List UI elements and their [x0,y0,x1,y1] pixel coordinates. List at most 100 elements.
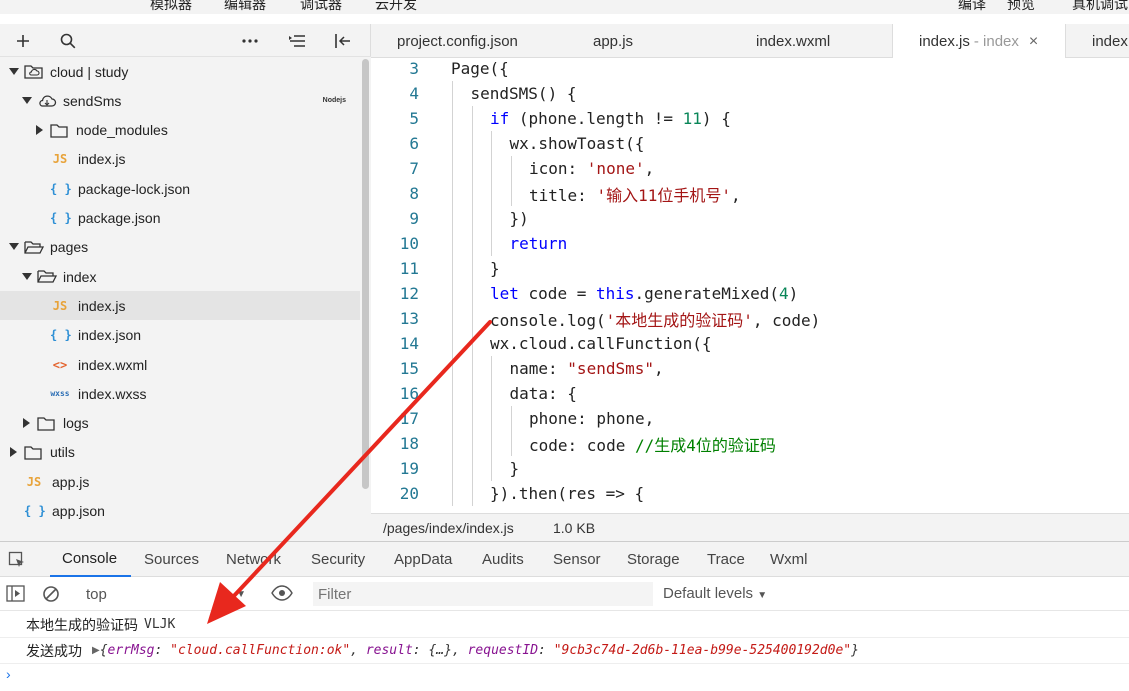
more-icon[interactable] [239,30,261,52]
collapse-icon[interactable] [332,30,354,52]
expand-triangle-icon[interactable]: ▶ [92,645,100,656]
devtools-tab-storage[interactable]: Storage [627,542,680,577]
menu-cloud-dev[interactable]: 云开发 [375,0,417,14]
console-prompt-chevron-icon[interactable]: › [6,666,11,682]
tree-item[interactable]: JS app.js [0,467,360,496]
tree-item[interactable]: { } package.json [0,204,360,233]
tab-index-overflow[interactable]: index [1092,24,1128,58]
tree-item[interactable]: node_modules [0,116,360,145]
chevron-right-icon[interactable] [34,124,46,136]
tree-item[interactable]: { } index.json [0,321,360,350]
folder-icon [37,415,57,431]
js-file-icon: JS [52,152,68,167]
log-levels-dropdown[interactable]: Default levels ▼ [663,585,767,602]
menu-preview[interactable]: 预览 [1007,0,1035,14]
context-selector[interactable]: top ▼ [80,582,250,606]
chevron-down-icon[interactable] [21,271,33,283]
chevron-down-icon[interactable] [8,66,20,78]
tab-label: app.js [593,32,634,50]
devtools-tab-audits[interactable]: Audits [482,542,524,577]
tab-index-js[interactable]: index.js - index × [892,24,1066,59]
indent-guide [491,431,492,456]
code-line: 20}).then(res => { [371,481,1129,506]
indent-guide [452,481,453,506]
close-icon[interactable]: × [1029,33,1038,51]
devtools-tab-trace[interactable]: Trace [707,542,745,577]
code-text: let code = this.generateMixed(4) [490,284,799,303]
eye-icon[interactable] [271,585,293,604]
explorer-scrollbar[interactable] [360,57,371,541]
log-label: 本地生成的验证码 [26,616,138,633]
console-log-row: 发送成功 ▶ {errMsg: "cloud.callFunction:ok",… [0,638,1129,664]
code-line: 14 wx.cloud.callFunction({ [371,331,1129,356]
tree-item-label: index [63,268,97,285]
indent-guide [471,256,473,281]
tree-item[interactable]: wxss index.wxss [0,379,360,408]
chevron-down-icon[interactable] [21,95,33,107]
indent-guide [491,381,492,406]
line-number: 14 [399,334,419,353]
tree-item[interactable]: JS index.js [0,291,360,321]
json-file-icon: { } [50,181,72,196]
chevron-down-icon[interactable] [8,241,20,253]
code-editor[interactable]: 3 Page({4 sendSMS() {5 if (phone.length != … [371,58,1129,513]
tree-item[interactable]: { } app.json [0,497,360,526]
devtools-tab-console[interactable]: Console [50,542,132,577]
tree-item[interactable]: logs [0,409,360,438]
devtools-tab-network[interactable]: Network [226,542,281,577]
tab-index-wxml[interactable]: index.wxml [756,24,830,58]
menu-real-device-debug[interactable]: 真机调试 [1072,0,1128,14]
code-line: 8 title: '输入11位手机号', [371,181,1129,206]
chevron-right-icon[interactable] [21,417,33,429]
devtools-tab-security[interactable]: Security [311,542,365,577]
clear-console-icon[interactable] [42,585,60,606]
menu-debugger[interactable]: 调试器 [300,0,342,14]
log-object[interactable]: {errMsg: "cloud.callFunction:ok", result… [100,643,859,658]
menu-simulator[interactable]: 模拟器 [150,0,192,14]
indent-guide [471,206,473,231]
editor-tab-bar: project.config.json app.js index.wxml in… [371,24,1129,59]
chevron-right-icon[interactable] [8,446,20,458]
indent-guide [491,181,492,206]
tree-item[interactable]: { } package-lock.json [0,174,360,203]
devtools-tab-sources[interactable]: Sources [144,542,199,577]
tab-app-js[interactable]: app.js [593,24,633,58]
code-text: Page({ [451,59,509,78]
tree-item-label: logs [63,415,89,432]
devtools-tab-appdata[interactable]: AppData [394,542,452,577]
menu-compile[interactable]: 编译 [958,0,986,14]
indent-guide [491,206,492,231]
context-value: top [86,585,107,603]
indent-guide [491,156,492,181]
line-number: 9 [409,209,419,228]
inspect-icon[interactable] [8,551,26,572]
devtools-tab-wxml[interactable]: Wxml [770,542,808,577]
tree-item-label: cloud | study [50,63,129,80]
indent-guide [452,131,453,156]
sidebar-toggle-icon[interactable] [6,585,26,606]
json-file-icon: { } [50,328,72,343]
code-text: icon: 'none', [529,159,655,178]
devtools-tab-sensor[interactable]: Sensor [553,542,601,577]
search-icon[interactable] [57,30,79,52]
menu-editor[interactable]: 编辑器 [224,0,266,14]
line-number: 20 [399,484,419,503]
line-number: 10 [399,234,419,253]
tree-item[interactable]: cloud | study [0,57,360,86]
tree-item[interactable]: index [0,262,360,291]
plus-icon[interactable] [12,30,34,52]
indent-guide [510,431,512,456]
indent-guide [452,156,453,181]
tree-item[interactable]: <> index.wxml [0,350,360,379]
folder-icon [24,444,44,460]
code-line: 16 data: { [371,381,1129,406]
tree-item[interactable]: JS index.js [0,145,360,174]
tree-item[interactable]: pages [0,233,360,262]
tab-project-config[interactable]: project.config.json [397,24,518,58]
tree-item[interactable]: utils [0,438,360,467]
outdent-icon[interactable] [286,30,308,52]
code-text: console.log('本地生成的验证码', code) [490,310,821,330]
console-filter-input[interactable] [313,582,653,606]
tree-item[interactable]: sendSms Nodejs [0,86,360,115]
tree-item-label: index.wxml [78,356,148,373]
